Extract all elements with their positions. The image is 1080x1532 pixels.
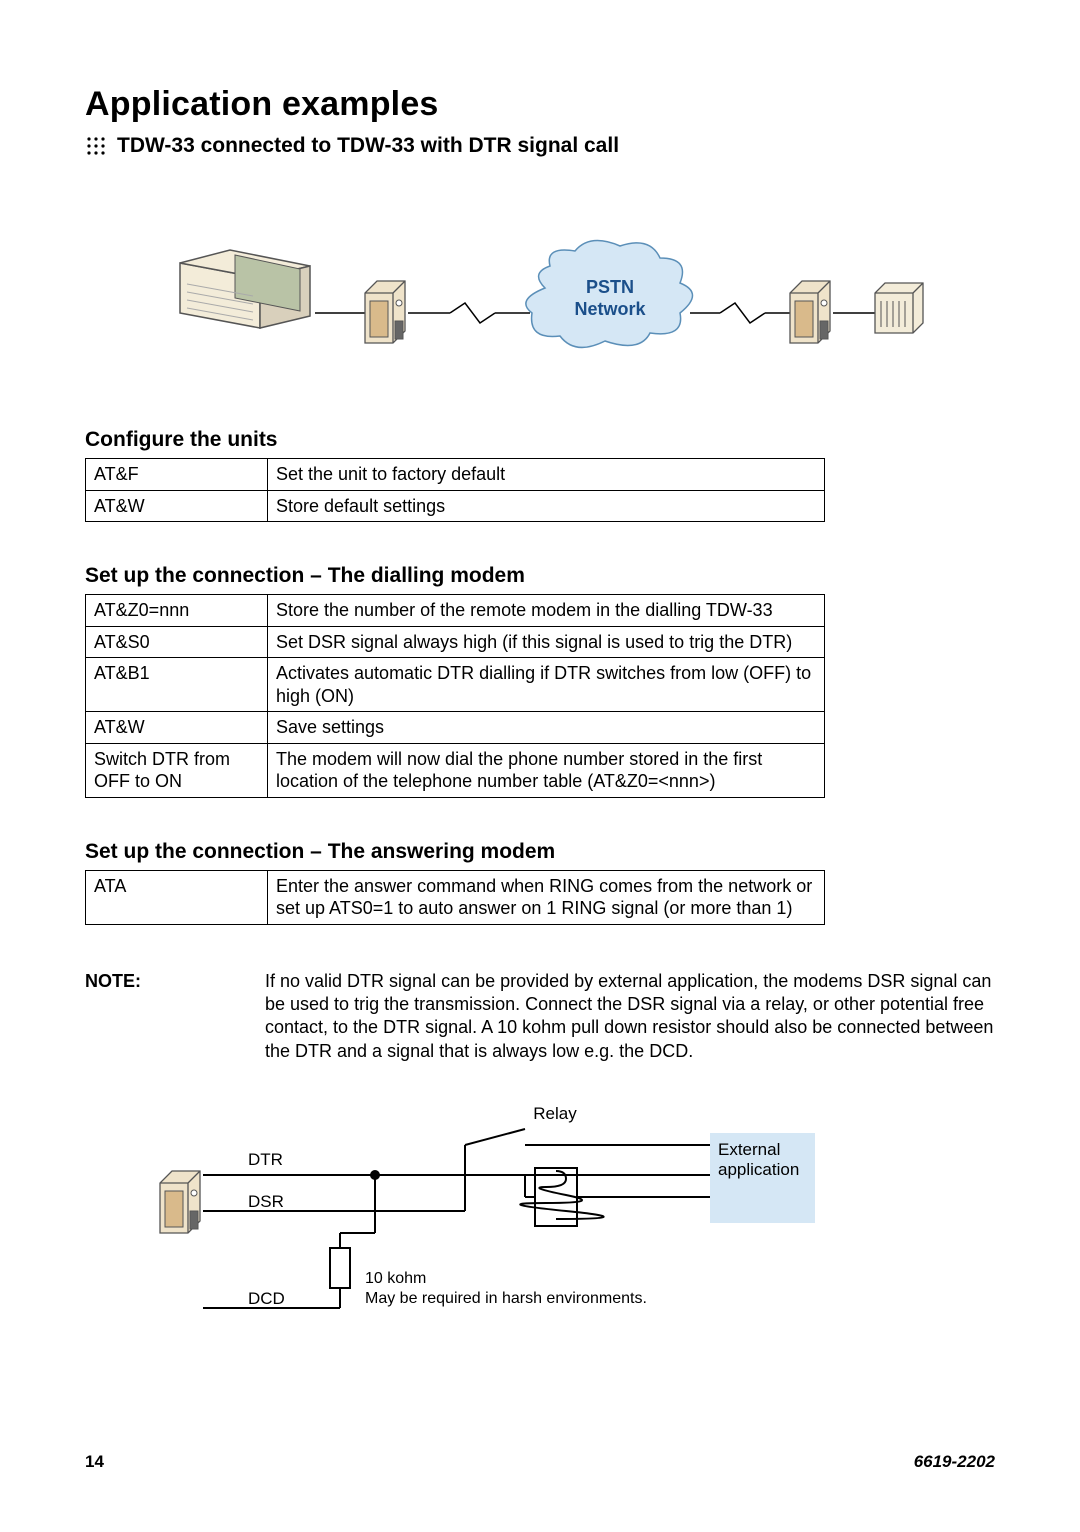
cloud-icon: PSTN Network [526, 241, 693, 348]
table-row: AT&FSet the unit to factory default [86, 459, 825, 491]
resistor-label: 10 kohm [365, 1270, 426, 1287]
table-row: AT&WStore default settings [86, 490, 825, 522]
table-row: Switch DTR from OFF to ONThe modem will … [86, 743, 825, 797]
cloud-label-2: Network [574, 299, 646, 319]
modem-icon [160, 1171, 200, 1233]
configure-table: AT&FSet the unit to factory default AT&W… [85, 458, 825, 522]
section-subtitle: TDW-33 connected to TDW-33 with DTR sign… [117, 134, 619, 158]
dcd-label: DCD [248, 1289, 285, 1308]
table-row: ATAEnter the answer command when RING co… [86, 870, 825, 924]
dialling-table: AT&Z0=nnnStore the number of the remote … [85, 594, 825, 798]
section-heading: Set up the connection – The answering mo… [85, 840, 995, 864]
answering-table: ATAEnter the answer command when RING co… [85, 870, 825, 925]
dsr-label: DSR [248, 1192, 284, 1211]
table-row: AT&B1Activates automatic DTR dialling if… [86, 658, 825, 712]
grid-icon [85, 135, 107, 157]
cloud-label-1: PSTN [586, 277, 634, 297]
table-row: AT&Z0=nnnStore the number of the remote … [86, 595, 825, 627]
external-label-1: External [718, 1140, 780, 1159]
relay-label: Relay [533, 1104, 577, 1123]
external-label-2: application [718, 1160, 799, 1179]
network-diagram: PSTN Network [150, 218, 930, 388]
page-number: 14 [85, 1452, 104, 1472]
modem-icon [790, 281, 830, 343]
section-heading: Set up the connection – The dialling mod… [85, 564, 995, 588]
table-row: AT&S0Set DSR signal always high (if this… [86, 626, 825, 658]
server-icon [875, 283, 923, 333]
laptop-icon [180, 250, 310, 328]
page-title: Application examples [85, 85, 995, 124]
note-body: If no valid DTR signal can be provided b… [265, 970, 995, 1064]
wiring-diagram: DTR DSR DCD Relay External application 1… [155, 1093, 815, 1343]
modem-icon [365, 281, 405, 343]
note-label: NOTE: [85, 970, 245, 1064]
document-number: 6619-2202 [914, 1452, 995, 1472]
table-row: AT&WSave settings [86, 712, 825, 744]
section-heading: Configure the units [85, 428, 995, 452]
dtr-label: DTR [248, 1150, 283, 1169]
resistor-note: May be required in harsh environments. [365, 1290, 647, 1307]
